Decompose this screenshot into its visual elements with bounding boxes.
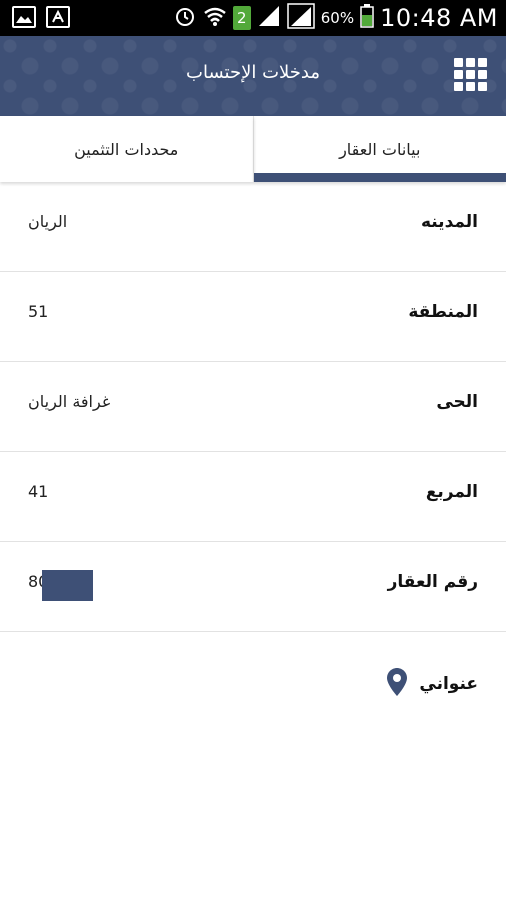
app-notification-icon (46, 6, 70, 28)
my-address-link[interactable]: عنواني (387, 668, 478, 700)
tab-property-data[interactable]: بيانات العقار (253, 116, 506, 182)
field-label: المربع (425, 482, 478, 502)
signal-icon-secondary (286, 3, 315, 33)
signal-icon (257, 5, 281, 31)
field-row-city[interactable]: المدينه الريان (0, 182, 506, 272)
field-row-property-number[interactable]: رقم العقار 80 (0, 542, 506, 632)
notification-badge: 2 (232, 6, 251, 30)
battery-percentage: 60% (320, 9, 355, 27)
field-value: 41 (28, 482, 49, 501)
field-value: الريان (28, 212, 68, 231)
field-label: الحى (436, 392, 478, 412)
location-pin-icon (387, 668, 408, 700)
field-row-zone[interactable]: المنطقة 51 (0, 272, 506, 362)
address-label: عنواني (419, 674, 478, 694)
field-label: المنطقة (408, 302, 478, 322)
page-title: مدخلات الإحتساب (186, 62, 320, 83)
field-row-district[interactable]: الحى غرافة الريان (0, 362, 506, 452)
field-label: رقم العقار (387, 572, 478, 592)
field-label: المدينه (420, 212, 478, 232)
gallery-icon (12, 6, 36, 28)
redaction-block (42, 570, 93, 601)
tab-bar: محددات التثمين بيانات العقار (0, 116, 506, 182)
alarm-icon (173, 4, 197, 32)
field-value: 51 (28, 302, 49, 321)
tab-valuation-criteria[interactable]: محددات التثمين (0, 116, 254, 182)
field-value: غرافة الريان (28, 392, 111, 411)
app-header: مدخلات الإحتساب (0, 36, 506, 116)
clock: 10:48 AM (380, 4, 498, 32)
status-bar: 2 60% 10:48 AM (0, 0, 506, 36)
battery-icon (360, 4, 374, 32)
property-fields: المدينه الريان المنطقة 51 الحى غرافة الر… (0, 182, 506, 632)
wifi-icon (203, 5, 227, 31)
field-row-block[interactable]: المربع 41 (0, 452, 506, 542)
grid-icon[interactable] (454, 58, 490, 94)
